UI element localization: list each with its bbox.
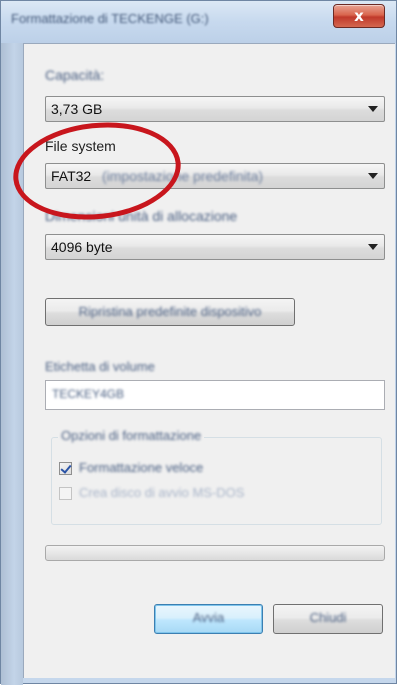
chevron-down-icon bbox=[368, 244, 378, 250]
allocation-size-select[interactable]: 4096 byte bbox=[45, 234, 385, 260]
msdos-boot-disk-label: Crea disco di avvio MS-DOS bbox=[79, 485, 245, 500]
file-system-value: FAT32 bbox=[51, 168, 92, 184]
start-button-label: Avvia bbox=[192, 610, 225, 625]
chevron-down-icon bbox=[368, 173, 378, 179]
format-progress-bar bbox=[45, 545, 385, 561]
title-bar[interactable]: Formattazione di TECKENGE (G:) x bbox=[1, 1, 396, 43]
restore-defaults-button[interactable]: Ripristina predefinite dispositivo bbox=[45, 298, 295, 326]
close-icon: x bbox=[354, 7, 364, 25]
format-options-group: Opzioni di formattazione bbox=[51, 428, 382, 525]
window-title: Formattazione di TECKENGE (G:) bbox=[11, 11, 209, 26]
format-dialog-window: Formattazione di TECKENGE (G:) x Capacit… bbox=[0, 0, 397, 685]
volume-label-input[interactable]: TECKEY4GB bbox=[45, 380, 385, 410]
restore-defaults-label: Ripristina predefinite dispositivo bbox=[78, 304, 262, 319]
quick-format-checkbox[interactable] bbox=[59, 462, 72, 475]
capacity-label: Capacità: bbox=[45, 67, 105, 83]
close-window-button[interactable]: x bbox=[333, 4, 385, 28]
close-button[interactable]: Chiudi bbox=[273, 604, 383, 634]
file-system-select[interactable]: FAT32 (impostazione predefinita) bbox=[45, 163, 385, 189]
chevron-down-icon bbox=[368, 106, 378, 112]
quick-format-label: Formattazione veloce bbox=[79, 460, 204, 475]
capacity-value: 3,73 GB bbox=[51, 101, 103, 117]
close-button-label: Chiudi bbox=[309, 610, 347, 625]
start-button[interactable]: Avvia bbox=[154, 604, 263, 634]
allocation-size-value: 4096 byte bbox=[51, 239, 113, 255]
volume-label-caption: Etichetta di volume bbox=[45, 359, 155, 374]
msdos-boot-disk-checkbox[interactable] bbox=[59, 487, 72, 500]
volume-label-value: TECKEY4GB bbox=[52, 387, 125, 401]
format-options-legend: Opzioni di formattazione bbox=[58, 428, 205, 443]
file-system-default-note: (impostazione predefinita) bbox=[102, 168, 264, 184]
allocation-size-label: Dimensioni unità di allocazione bbox=[45, 208, 238, 224]
window-frame-left bbox=[1, 43, 23, 685]
file-system-label: File system bbox=[45, 138, 116, 154]
capacity-select[interactable]: 3,73 GB bbox=[45, 96, 385, 122]
